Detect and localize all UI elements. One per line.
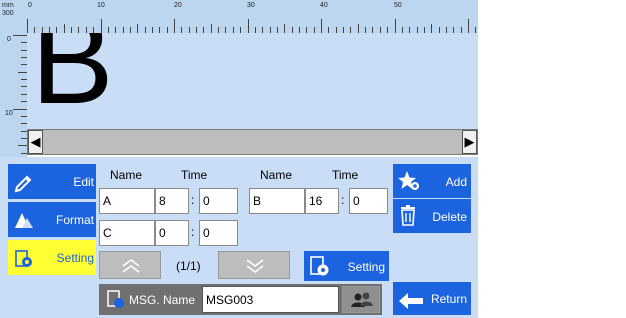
ruler-unit-label: mm (2, 2, 14, 9)
ruler-tick (431, 24, 433, 33)
minute-field-1[interactable]: 0 (199, 188, 238, 214)
ruler-tick (13, 35, 27, 36)
header-time-2: Time (332, 168, 359, 182)
minute-field-3[interactable]: 0 (199, 220, 238, 246)
ruler-tick (247, 19, 249, 33)
canvas-text-object[interactable]: B (31, 33, 114, 123)
schedule-setting-button[interactable]: Setting (304, 251, 389, 281)
message-document-icon (107, 290, 124, 308)
message-name-label: MSG. Name (129, 293, 196, 307)
hour-field-3[interactable]: 0 (155, 220, 189, 246)
ruler-label-20: 20 (174, 2, 182, 9)
pencil-icon (14, 175, 32, 193)
ruler-tick (357, 24, 359, 33)
top-ruler: mm 300 0 10 20 30 40 50 (0, 0, 478, 33)
ruler-tick (27, 19, 28, 33)
ruler-unit-value: 300 (2, 10, 14, 17)
double-chevron-up-icon (122, 259, 140, 273)
print-canvas[interactable]: B (27, 33, 478, 129)
editor-panel: mm 300 0 10 20 30 40 50 0 10 B ◀ ▶ Edit (0, 0, 478, 318)
ruler-label-10: 10 (97, 2, 105, 9)
time-separator: : (191, 225, 195, 239)
users-icon (351, 292, 373, 307)
page-up-button[interactable] (99, 251, 161, 279)
return-arrow-icon (399, 293, 423, 309)
left-ruler-label-0: 0 (7, 36, 11, 43)
ruler-tick (18, 145, 27, 147)
name-field-3[interactable]: C (99, 220, 155, 246)
time-separator: : (341, 193, 345, 207)
ruler-tick (100, 19, 102, 33)
delete-button[interactable]: Delete (393, 199, 471, 233)
left-ruler: 0 10 (0, 33, 27, 159)
tab-setting[interactable]: Setting (8, 240, 96, 275)
message-select-button[interactable] (342, 286, 380, 313)
settings-document-icon (15, 250, 32, 267)
ruler-label-50: 50 (394, 2, 402, 9)
tab-format-label: Format (55, 213, 94, 227)
delete-button-label: Delete (432, 210, 467, 224)
tab-format[interactable]: Format (8, 202, 96, 237)
ruler-tick (174, 19, 175, 33)
minute-field-2[interactable]: 0 (349, 188, 388, 214)
ruler-tick (63, 24, 65, 33)
time-separator: : (191, 193, 195, 207)
name-field-1[interactable]: A (99, 188, 155, 214)
hour-field-2[interactable]: 16 (305, 188, 339, 214)
tab-edit[interactable]: Edit (8, 164, 96, 199)
header-name-1: Name (110, 168, 143, 182)
add-button-label: Add (445, 175, 467, 189)
tab-setting-label: Setting (56, 251, 94, 265)
ruler-tick (284, 24, 286, 33)
settings-document-icon (310, 256, 329, 276)
ruler-label-0: 0 (28, 2, 32, 9)
ruler-tick (321, 19, 322, 33)
tab-edit-label: Edit (73, 175, 94, 189)
horizontal-scrollbar[interactable]: ◀ ▶ (27, 129, 478, 155)
add-button[interactable]: Add (393, 164, 471, 198)
page-down-button[interactable] (218, 251, 290, 279)
ruler-tick (210, 24, 212, 33)
hour-field-1[interactable]: 8 (155, 188, 189, 214)
message-name-input[interactable]: MSG003 (202, 286, 339, 313)
header-name-2: Name (260, 168, 293, 182)
double-chevron-down-icon (246, 259, 264, 273)
name-field-2[interactable]: B (249, 188, 305, 214)
scroll-left-button[interactable]: ◀ (28, 130, 43, 154)
format-icon (15, 213, 33, 228)
trash-icon (401, 205, 415, 226)
ruler-tick (394, 19, 396, 33)
return-button[interactable]: Return (393, 282, 471, 315)
left-ruler-label-10: 10 (5, 110, 13, 117)
star-add-icon (398, 171, 419, 190)
message-name-bar: MSG. Name MSG003 (99, 284, 382, 315)
scroll-right-button[interactable]: ▶ (462, 130, 477, 154)
ruler-tick (468, 19, 469, 33)
schedule-setting-label: Setting (347, 260, 385, 274)
ruler-tick (13, 108, 27, 110)
ruler-tick (18, 71, 27, 73)
ruler-label-40: 40 (320, 2, 328, 9)
header-time-1: Time (181, 168, 208, 182)
page-indicator: (1/1) (176, 259, 201, 273)
return-button-label: Return (430, 292, 467, 306)
ruler-tick (137, 24, 139, 33)
ruler-label-30: 30 (247, 2, 255, 9)
